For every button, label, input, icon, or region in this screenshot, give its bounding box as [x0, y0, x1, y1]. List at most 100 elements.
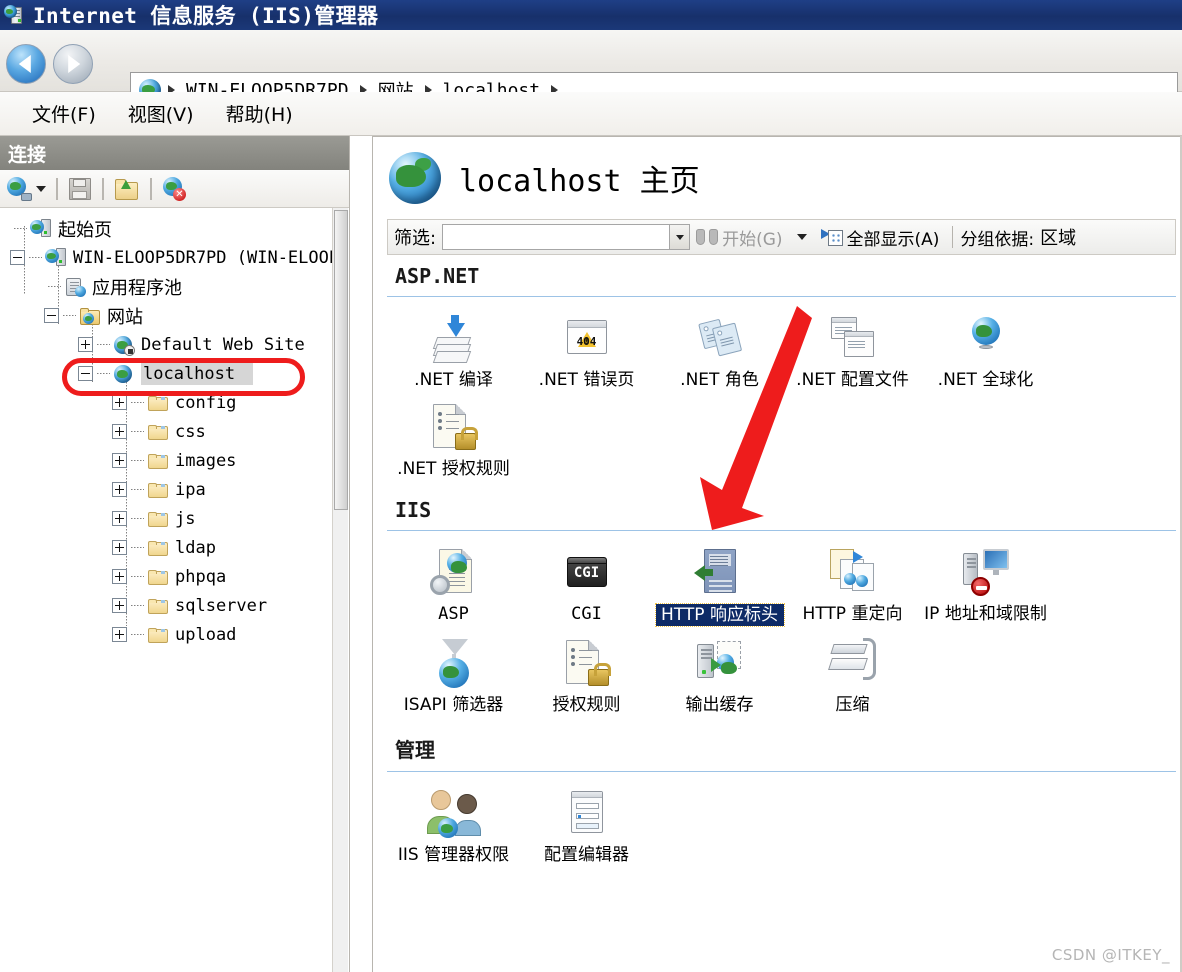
expand-toggle[interactable] [78, 337, 93, 352]
save-icon[interactable] [68, 177, 92, 201]
net-roles-icon [693, 311, 747, 365]
feature-label: 配置编辑器 [544, 845, 629, 865]
feature-authorization-rules[interactable]: 授权规则 [520, 636, 653, 715]
expand-toggle[interactable] [112, 569, 127, 584]
feature-asp[interactable]: ASP [387, 545, 520, 626]
menu-item-help[interactable]: 帮助(H) [210, 97, 309, 130]
menu-item-view[interactable]: 视图(V) [112, 97, 210, 130]
tree-item-label: 网站 [107, 306, 143, 328]
feature-iis-manager-permissions[interactable]: IIS 管理器权限 [387, 786, 520, 865]
group-by-value[interactable]: 区域 [1040, 224, 1076, 250]
feature-configuration-editor[interactable]: 配置编辑器 [520, 786, 653, 865]
tree-item-images[interactable]: images [0, 446, 349, 475]
tree-item-label: ldap [175, 537, 216, 558]
authorization-rules-icon [560, 636, 614, 690]
tree-item-label: 应用程序池 [92, 277, 182, 299]
feature-net-globalization[interactable]: .NET 全球化 [919, 311, 1052, 390]
tree-item-application-pools[interactable]: 应用程序池 [0, 272, 349, 301]
go-label: 开始(G) [722, 229, 783, 250]
tree-item-start-page[interactable]: 起始页 [0, 214, 349, 243]
tree-item-js[interactable]: js [0, 504, 349, 533]
feature-net-authorization-rules[interactable]: .NET 授权规则 [387, 400, 520, 479]
tree-connector [131, 431, 144, 432]
tree-item-label: ipa [175, 479, 206, 500]
net-authorization-rules-icon [427, 400, 481, 454]
tree-item-css[interactable]: css [0, 417, 349, 446]
forward-button[interactable] [53, 44, 93, 84]
toolbar-divider [952, 226, 954, 248]
tree-item-server[interactable]: WIN-ELOOP5DR7PD (WIN-ELOOP [0, 243, 349, 272]
feature-label: IIS 管理器权限 [397, 845, 510, 865]
folder-icon [147, 508, 169, 530]
feature-isapi-filters[interactable]: ISAPI 筛选器 [387, 636, 520, 715]
tree-item-sqlserver[interactable]: sqlserver [0, 591, 349, 620]
show-all-button[interactable]: 全部显示(A) [815, 225, 946, 250]
expand-toggle[interactable] [112, 395, 127, 410]
search-input[interactable] [443, 225, 670, 249]
tree-item-label: css [175, 421, 206, 442]
menu-item-file[interactable]: 文件(F) [16, 97, 112, 130]
scrollbar-thumb[interactable] [334, 210, 348, 510]
connections-scrollbar[interactable] [332, 208, 348, 972]
tree-connector [131, 576, 144, 577]
collapse-toggle[interactable] [44, 308, 59, 323]
feature-label: ASP [438, 604, 469, 624]
feature-label: CGI [571, 604, 602, 624]
filter-input[interactable] [442, 224, 671, 250]
tree-item-localhost[interactable]: localhost [0, 359, 349, 388]
expand-toggle[interactable] [112, 453, 127, 468]
cgi-icon: CGI [560, 545, 614, 599]
tree-item-default-web-site[interactable]: Default Web Site [0, 330, 349, 359]
binoculars-icon [696, 229, 719, 245]
tree-item-upload[interactable]: upload [0, 620, 349, 649]
go-button[interactable]: 开始(G) [690, 225, 788, 250]
feature-http-redirect[interactable]: HTTP 重定向 [786, 545, 919, 626]
globe-icon [389, 152, 441, 204]
open-folder-icon[interactable] [114, 177, 140, 201]
feature-net-error-pages[interactable]: 404 .NET 错误页 [520, 311, 653, 390]
collapse-toggle[interactable] [10, 250, 25, 265]
feature-output-caching[interactable]: 输出缓存 [653, 636, 786, 715]
window-title-bar: Internet 信息服务 (IIS)管理器 [0, 0, 1182, 30]
tree-item-config[interactable]: config [0, 388, 349, 417]
connect-icon[interactable] [6, 176, 32, 202]
tree-item-ipa[interactable]: ipa [0, 475, 349, 504]
folder-icon [147, 595, 169, 617]
feature-ip-address-domain-restrictions[interactable]: IP 地址和域限制 [919, 545, 1052, 626]
chevron-down-icon[interactable] [36, 185, 46, 192]
tree-item-phpqa[interactable]: phpqa [0, 562, 349, 591]
tree-item-ldap[interactable]: ldap [0, 533, 349, 562]
tree-connector [131, 460, 144, 461]
tree-item-label: config [175, 392, 237, 413]
expand-toggle[interactable] [112, 598, 127, 613]
feature-net-compilation[interactable]: .NET 编译 [387, 311, 520, 390]
filter-toolbar: 筛选: 开始(G) 全部显示(A) 分组依据: 区域 [387, 219, 1176, 255]
chevron-down-icon[interactable] [796, 234, 807, 240]
tree-item-label: js [175, 508, 196, 529]
back-button[interactable] [6, 44, 46, 84]
toolbar-divider [102, 177, 104, 200]
feature-compression[interactable]: 压缩 [786, 636, 919, 715]
expand-toggle[interactable] [112, 540, 127, 555]
expand-toggle[interactable] [112, 424, 127, 439]
expand-toggle[interactable] [112, 511, 127, 526]
feature-label: ISAPI 筛选器 [403, 695, 504, 715]
feature-cgi[interactable]: CGI CGI [520, 545, 653, 626]
expand-toggle[interactable] [112, 627, 127, 642]
feature-label: IP 地址和域限制 [924, 604, 1047, 624]
expand-toggle[interactable] [112, 482, 127, 497]
tree-item-label: sqlserver [175, 595, 268, 616]
tree-connector [63, 315, 76, 316]
iis-manager-permissions-icon [426, 786, 481, 840]
feature-net-profile[interactable]: .NET 配置文件 [786, 311, 919, 390]
http-response-headers-icon [693, 545, 747, 599]
filter-dropdown-button[interactable] [670, 224, 691, 250]
disconnect-icon[interactable]: ✕ [162, 176, 188, 202]
section-header-iis: IIS [387, 489, 1176, 531]
tree-item-label: Default Web Site [141, 334, 305, 355]
address-bar-area: WIN-ELOOP5DR7PD 网站 localhost [0, 30, 1182, 108]
tree-item-sites[interactable]: 网站 [0, 301, 349, 330]
collapse-toggle[interactable] [78, 366, 93, 381]
feature-http-response-headers[interactable]: HTTP 响应标头 [653, 545, 786, 627]
feature-net-roles[interactable]: .NET 角色 [653, 311, 786, 390]
